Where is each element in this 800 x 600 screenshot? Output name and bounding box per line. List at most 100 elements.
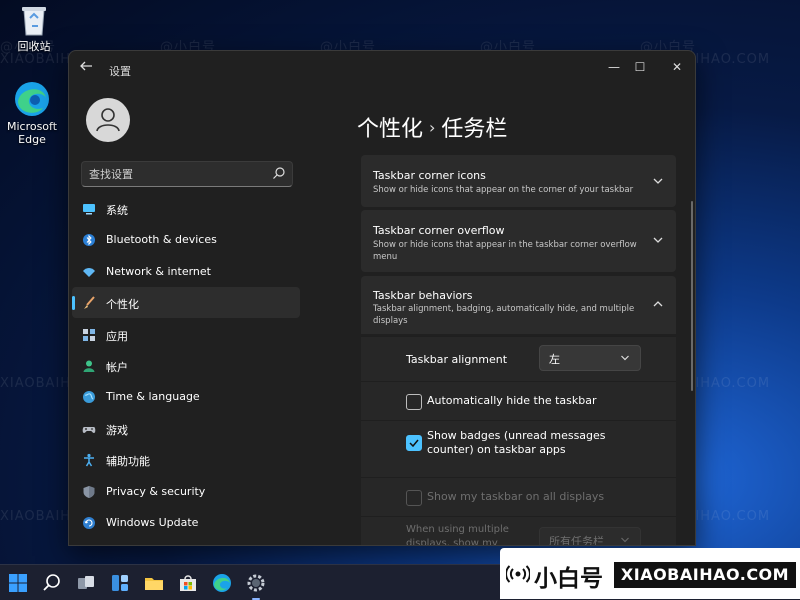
scrollbar[interactable] <box>691 201 693 391</box>
broadcast-icon <box>506 565 530 583</box>
taskbar-search-button[interactable] <box>38 569 66 597</box>
card-title: Taskbar corner overflow <box>373 224 505 237</box>
card-taskbar-behaviors[interactable]: Taskbar behaviors Taskbar alignment, bad… <box>361 276 676 334</box>
dropdown-value: 所有任务栏 <box>549 535 604 546</box>
autohide-row: Automatically hide the taskbar <box>361 381 676 420</box>
sidebar-item-gaming[interactable]: 游戏 <box>72 413 300 444</box>
apps-icon <box>83 328 95 341</box>
chevron-up-icon[interactable] <box>652 298 664 310</box>
sidebar-item-system[interactable]: 系统 <box>72 193 300 224</box>
shield-icon <box>83 485 95 498</box>
settings-icon <box>247 574 265 592</box>
task-view-button[interactable] <box>72 569 100 597</box>
sidebar-item-accessibility[interactable]: 辅助功能 <box>72 444 300 475</box>
globe-icon <box>83 391 95 404</box>
multiple-displays-dropdown[interactable]: 所有任务栏 <box>539 527 641 546</box>
sidebar-nav: 系统 Bluetooth & devices Network & interne… <box>72 193 300 538</box>
selection-indicator <box>72 296 75 311</box>
checkmark-icon <box>409 439 419 448</box>
update-icon <box>83 516 95 529</box>
bluetooth-icon <box>83 234 95 247</box>
sidebar-item-label: 个性化 <box>106 298 139 312</box>
search-icon[interactable] <box>272 166 286 180</box>
gamepad-icon <box>82 426 96 433</box>
chevron-down-icon <box>621 537 629 543</box>
brand-name: 小白号 <box>534 566 603 592</box>
sidebar-item-label: Bluetooth & devices <box>106 233 217 247</box>
widgets-icon <box>112 575 128 591</box>
card-taskbar-corner-overflow[interactable]: Taskbar corner overflow Show or hide ico… <box>361 210 676 272</box>
search-input[interactable] <box>89 165 269 183</box>
badges-checkbox[interactable] <box>406 435 422 451</box>
desktop-icon-label: Microsoft Edge <box>6 120 58 146</box>
breadcrumb-separator: › <box>429 118 436 137</box>
card-taskbar-corner-icons[interactable]: Taskbar corner icons Show or hide icons … <box>361 155 676 207</box>
show-taskbar-all-displays-row: Show my taskbar on all displays <box>361 477 676 516</box>
settings-window: 设置 — ☐ ✕ 系统 Bluetooth & devices Network … <box>68 50 696 546</box>
start-icon <box>9 574 27 592</box>
settings-button[interactable] <box>242 569 270 600</box>
start-button[interactable] <box>4 569 32 597</box>
sidebar-item-label: Windows Update <box>106 515 199 529</box>
sidebar-item-windows-update[interactable]: Windows Update <box>72 507 300 538</box>
file-explorer-icon <box>145 578 163 590</box>
search-box <box>81 161 293 187</box>
taskbar-alignment-dropdown[interactable]: 左 <box>539 345 641 371</box>
sidebar-item-accounts[interactable]: 帐户 <box>72 350 300 381</box>
sidebar-item-label: 游戏 <box>106 423 128 437</box>
page-title: 任务栏 <box>441 117 508 142</box>
avatar[interactable] <box>86 98 130 142</box>
close-button[interactable]: ✕ <box>666 57 688 77</box>
user-icon <box>96 108 120 132</box>
sidebar-item-bluetooth[interactable]: Bluetooth & devices <box>72 224 300 255</box>
sidebar-item-label: Privacy & security <box>106 484 206 498</box>
wifi-icon <box>83 267 95 277</box>
card-description: Taskbar alignment, badging, automaticall… <box>373 304 635 326</box>
breadcrumb: 个性化 › 任务栏 <box>357 111 507 143</box>
taskbar-alignment-label: Taskbar alignment <box>406 353 508 366</box>
breadcrumb-parent[interactable]: 个性化 <box>357 117 423 142</box>
store-icon <box>180 575 196 591</box>
taskbar-alignment-row: Taskbar alignment 左 <box>361 336 676 381</box>
card-title: Taskbar corner icons <box>373 169 486 182</box>
sidebar-item-personalization[interactable]: 个性化 <box>72 287 300 319</box>
sidebar-item-label: Time & language <box>106 390 200 404</box>
accessibility-icon <box>84 454 94 467</box>
multiple-displays-row: When using multiple displays, show my 所有… <box>361 516 676 546</box>
title-bar: 设置 — ☐ ✕ <box>69 51 695 83</box>
badges-label: Show badges (unread messages counter) on… <box>427 429 606 456</box>
chevron-down-icon[interactable] <box>652 175 664 187</box>
file-explorer-button[interactable] <box>140 569 168 597</box>
card-title: Taskbar behaviors <box>373 289 473 302</box>
minimize-button[interactable]: — <box>603 57 625 77</box>
edge-button[interactable] <box>208 569 236 597</box>
brand-logo: 小白号 XIAOBAIHAO.COM <box>500 548 800 599</box>
back-button[interactable] <box>79 59 95 75</box>
sidebar-item-label: 辅助功能 <box>106 455 150 469</box>
search-icon <box>43 574 60 591</box>
store-button[interactable] <box>174 569 202 597</box>
show-taskbar-all-displays-checkbox[interactable] <box>406 490 422 506</box>
desktop-icon-edge[interactable]: Microsoft Edge <box>0 80 64 146</box>
sidebar-item-apps[interactable]: 应用 <box>72 319 300 350</box>
chevron-down-icon[interactable] <box>652 234 664 246</box>
account-icon <box>83 360 95 372</box>
sidebar-item-time-language[interactable]: Time & language <box>72 381 300 412</box>
task-view-icon <box>78 576 94 589</box>
autohide-label: Automatically hide the taskbar <box>427 394 597 407</box>
app-title: 设置 <box>109 65 131 78</box>
sidebar-item-network[interactable]: Network & internet <box>72 256 300 287</box>
badges-row: Show badges (unread messages counter) on… <box>361 420 676 477</box>
card-description: Show or hide icons that appear in the ta… <box>373 240 637 262</box>
widgets-button[interactable] <box>106 569 134 597</box>
sidebar-item-privacy[interactable]: Privacy & security <box>72 476 300 507</box>
brand-domain: XIAOBAIHAO.COM <box>614 562 796 588</box>
sidebar-item-label: Network & internet <box>106 264 211 278</box>
desktop-icon-recycle-bin[interactable]: 回收站 <box>2 4 66 53</box>
edge-icon <box>213 574 231 592</box>
card-description: Show or hide icons that appear on the co… <box>373 185 634 195</box>
maximize-button[interactable]: ☐ <box>629 57 651 77</box>
autohide-checkbox[interactable] <box>406 394 422 410</box>
sidebar-item-label: 应用 <box>106 329 128 343</box>
back-arrow-icon <box>80 61 92 71</box>
